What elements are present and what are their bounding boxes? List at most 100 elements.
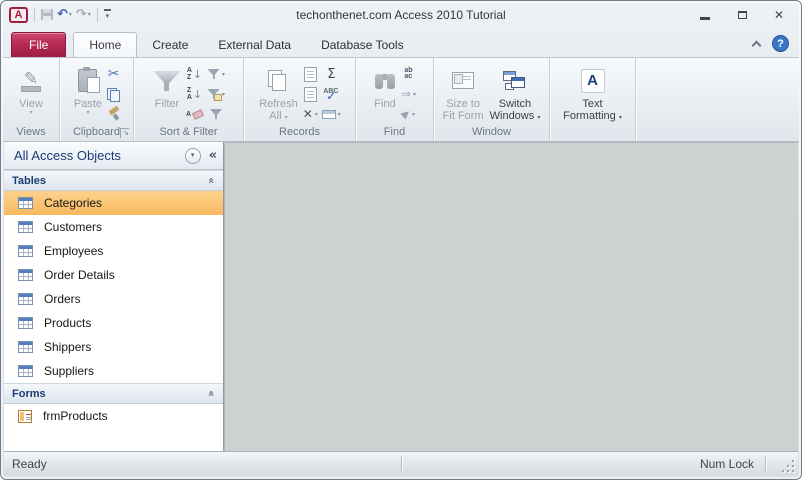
navigation-pane: All Access Objects ▾ « Tables « Categori… bbox=[4, 142, 224, 451]
new-record-button[interactable] bbox=[301, 64, 320, 84]
toggle-filter-button[interactable] bbox=[205, 104, 227, 124]
collapse-section-icon[interactable]: « bbox=[205, 390, 218, 397]
tab-external-data[interactable]: External Data bbox=[203, 33, 306, 57]
status-ready-text: Ready bbox=[12, 456, 47, 471]
section-header-tables[interactable]: Tables « bbox=[4, 170, 223, 191]
nav-item-shippers[interactable]: Shippers bbox=[4, 335, 223, 359]
spelling-icon: ABC ✓ bbox=[323, 87, 339, 103]
nav-item-products[interactable]: Products bbox=[4, 311, 223, 335]
text-formatting-label-line2: Formatting ▾ bbox=[563, 110, 622, 122]
collapse-ribbon-icon[interactable] bbox=[751, 40, 762, 51]
size-to-fit-form-button[interactable]: Size to Fit Form bbox=[440, 61, 487, 125]
view-button[interactable]: ✎ View ▾ bbox=[16, 61, 46, 125]
help-button[interactable]: ? bbox=[772, 35, 789, 52]
nav-item-employees[interactable]: Employees bbox=[4, 239, 223, 263]
group-label-window: Window bbox=[471, 126, 512, 138]
remove-sort-button[interactable]: A bbox=[184, 104, 205, 124]
replace-button[interactable]: ab ac bbox=[399, 64, 418, 84]
new-record-icon bbox=[303, 66, 317, 82]
close-icon: ✕ bbox=[773, 8, 785, 22]
ribbon-tab-row: File Home Create External Data Database … bbox=[1, 28, 801, 57]
nav-item-orders[interactable]: Orders bbox=[4, 287, 223, 311]
title-bar: A ↶ ▾ ↷ ▾ ▾ techonthenet.com Access 2010… bbox=[1, 1, 801, 28]
refresh-all-icon bbox=[268, 69, 288, 92]
close-button[interactable]: ✕ bbox=[769, 8, 789, 22]
text-formatting-button[interactable]: A Text Formatting ▾ bbox=[560, 61, 625, 125]
section-header-forms[interactable]: Forms « bbox=[4, 383, 223, 404]
navigation-menu-button[interactable]: ▾ bbox=[184, 147, 201, 164]
nav-item-customers[interactable]: Customers bbox=[4, 215, 223, 239]
sort-descending-button[interactable]: ZA ↓ bbox=[184, 84, 205, 104]
chevron-down-icon: ▾ bbox=[222, 91, 226, 98]
tab-home[interactable]: Home bbox=[73, 32, 138, 57]
totals-button[interactable]: Σ bbox=[320, 64, 343, 84]
minimize-button[interactable] bbox=[695, 8, 715, 22]
filter-selection-button[interactable]: ▾ bbox=[205, 64, 227, 84]
totals-icon: Σ bbox=[327, 66, 336, 82]
redo-button[interactable]: ↷ ▾ bbox=[76, 7, 91, 22]
status-bar: Ready Num Lock bbox=[4, 451, 798, 475]
redo-icon: ↷ bbox=[75, 7, 87, 22]
table-icon bbox=[18, 221, 33, 233]
delete-icon: ✕ bbox=[302, 107, 313, 121]
group-label-records: Records bbox=[279, 126, 320, 138]
refresh-all-button[interactable]: Refresh All ▾ bbox=[256, 61, 301, 125]
tab-database-tools[interactable]: Database Tools bbox=[306, 33, 419, 57]
ribbon-group-clipboard: Paste ▾ ✂ Clipboard ↘ bbox=[60, 58, 134, 141]
dialog-launcher-icon[interactable]: ↘ bbox=[120, 128, 129, 138]
size-to-fit-label-line2: Fit Form bbox=[442, 110, 484, 122]
navigation-pane-header[interactable]: All Access Objects ▾ « bbox=[4, 142, 223, 170]
document-area bbox=[224, 142, 798, 451]
tab-create[interactable]: Create bbox=[137, 33, 203, 57]
collapse-section-icon[interactable]: « bbox=[205, 177, 218, 184]
cut-icon: ✂ bbox=[107, 66, 120, 82]
group-label-clipboard: Clipboard ↘ bbox=[72, 126, 129, 138]
more-icon bbox=[321, 109, 336, 119]
paste-button[interactable]: Paste ▾ bbox=[71, 61, 105, 125]
advanced-filter-button[interactable]: ▾ bbox=[205, 84, 227, 104]
ribbon: ✎ View ▾ Views Paste ▾ ✂ Clipboard ↘ Fil… bbox=[3, 57, 799, 142]
resize-grip[interactable] bbox=[781, 459, 794, 472]
find-button[interactable]: Find bbox=[371, 61, 399, 125]
nav-item-label: Suppliers bbox=[44, 364, 95, 378]
format-painter-button[interactable] bbox=[105, 104, 122, 124]
nav-item-label: Employees bbox=[44, 244, 104, 258]
delete-record-button[interactable]: ✕ ▾ bbox=[301, 104, 320, 124]
chevron-down-icon: ▾ bbox=[337, 111, 341, 118]
spelling-button[interactable]: ABC ✓ bbox=[320, 84, 343, 104]
sort-ascending-button[interactable]: AZ ↓ bbox=[184, 64, 205, 84]
ribbon-group-find: Find ab ac ⇒ ▾ ▾ Find bbox=[356, 58, 434, 141]
nav-item-frmproducts[interactable]: frmProducts bbox=[4, 404, 223, 428]
nav-item-label: Shippers bbox=[44, 340, 92, 354]
undo-dropdown-icon[interactable]: ▾ bbox=[69, 11, 72, 18]
switch-windows-button[interactable]: Switch Windows ▾ bbox=[487, 61, 544, 125]
remove-sort-icon: A bbox=[186, 108, 205, 120]
save-button[interactable] bbox=[41, 9, 53, 20]
chevron-down-icon: ▾ bbox=[413, 91, 417, 98]
divider bbox=[34, 7, 35, 22]
undo-button[interactable]: ↶ ▾ bbox=[57, 7, 72, 22]
redo-dropdown-icon[interactable]: ▾ bbox=[88, 11, 91, 18]
filter-icon bbox=[153, 69, 181, 93]
nav-item-order-details[interactable]: Order Details bbox=[4, 263, 223, 287]
table-icon bbox=[18, 293, 33, 305]
app-window: A ↶ ▾ ↷ ▾ ▾ techonthenet.com Access 2010… bbox=[0, 0, 802, 480]
access-app-icon[interactable]: A bbox=[9, 6, 28, 23]
table-icon bbox=[18, 365, 33, 377]
goto-button[interactable]: ⇒ ▾ bbox=[399, 84, 418, 104]
chevron-down-icon: ▾ bbox=[411, 111, 415, 118]
table-icon bbox=[18, 197, 33, 209]
copy-button[interactable] bbox=[105, 84, 122, 104]
nav-item-suppliers[interactable]: Suppliers bbox=[4, 359, 223, 383]
save-record-button[interactable] bbox=[301, 84, 320, 104]
switch-windows-icon bbox=[502, 70, 527, 91]
ribbon-group-views: ✎ View ▾ Views bbox=[3, 58, 60, 141]
tab-file[interactable]: File bbox=[11, 32, 67, 57]
nav-item-categories[interactable]: Categories bbox=[4, 191, 223, 215]
maximize-button[interactable] bbox=[732, 8, 752, 22]
filter-button[interactable]: Filter bbox=[150, 61, 184, 125]
select-button[interactable]: ▾ bbox=[399, 104, 418, 124]
shutter-close-icon[interactable]: « bbox=[209, 149, 217, 162]
cut-button[interactable]: ✂ bbox=[105, 64, 122, 84]
more-records-button[interactable]: ▾ bbox=[320, 104, 343, 124]
